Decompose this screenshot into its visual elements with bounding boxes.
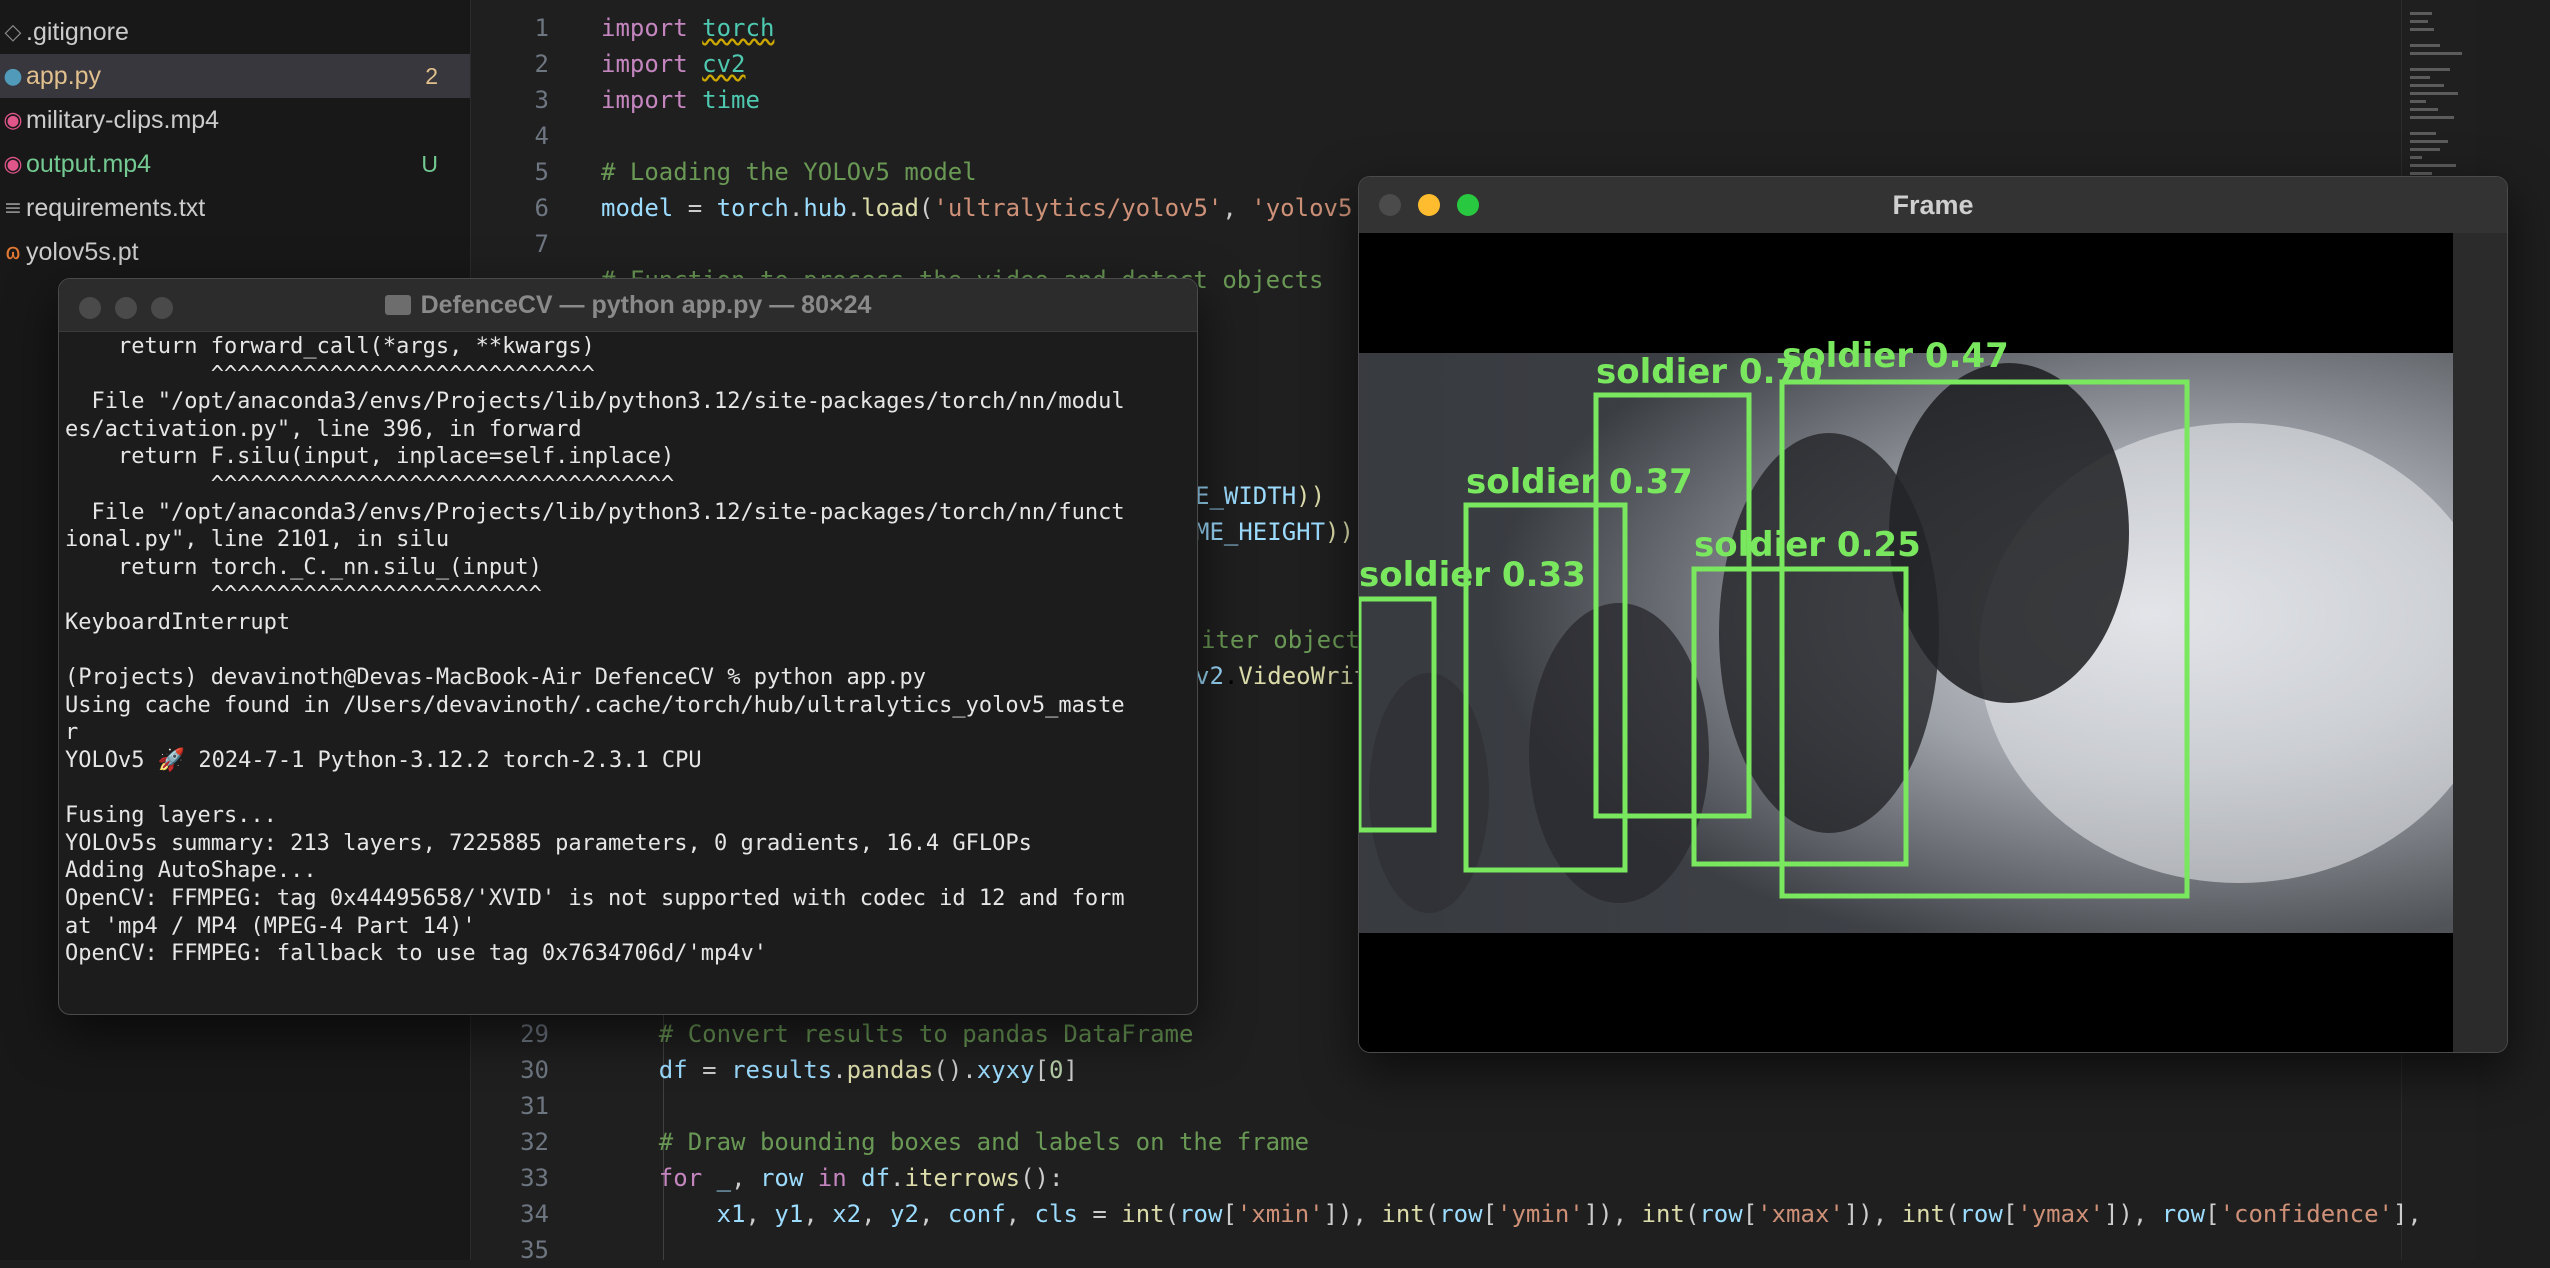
detection-label: soldier 0.47 [1782, 336, 2009, 376]
code-line[interactable]: 32 # Draw bounding boxes and labels on t… [471, 1124, 2476, 1160]
line-number: 32 [520, 1128, 549, 1156]
git-status-badge: 2 [425, 62, 438, 89]
line-text: import cv2 [601, 50, 746, 78]
text-file-icon: ≡ [3, 195, 23, 221]
code-line[interactable]: 31 [471, 1088, 2476, 1124]
code-line[interactable]: 35 [471, 1232, 2476, 1268]
line-text: # Draw bounding boxes and labels on the … [658, 1128, 1310, 1156]
line-text: x1, y1, x2, y2, conf, cls = int(row['xmi… [716, 1200, 2422, 1228]
line-number: 1 [534, 14, 549, 42]
git-status-badge: U [421, 150, 438, 177]
line-number: 5 [534, 158, 549, 186]
terminal-line: YOLOv5 🚀 2024-7-1 Python-3.12.2 torch-2.… [65, 748, 702, 773]
terminal-line: at 'mp4 / MP4 (MPEG-4 Part 14)' [65, 913, 476, 939]
line-text: for _, row in df.iterrows(): [658, 1164, 1064, 1192]
line-text: df = results.pandas().xyxy[0] [658, 1056, 1078, 1084]
file-name: requirements.txt [26, 193, 206, 222]
terminal-output[interactable]: return forward_call(*args, **kwargs) ^^^… [65, 333, 1193, 1008]
line-text: model = torch.hub.load('ultralytics/yolo… [601, 194, 1353, 222]
video-frame-image: soldier 0.70soldier 0.47soldier 0.37sold… [1359, 233, 2453, 1052]
terminal-line: es/activation.py", line 396, in forward [65, 416, 582, 442]
line-number: 6 [534, 194, 549, 222]
file-name: yolov5s.pt [26, 237, 139, 266]
python-file-icon: ● [3, 63, 23, 89]
terminal-line: ional.py", line 2101, in silu [65, 527, 450, 553]
line-number: 2 [534, 50, 549, 78]
terminal-line: r [65, 720, 79, 746]
frame-window[interactable]: Frame soldier 0.70 soldier 0.47 soldier … [1358, 176, 2508, 1053]
video-file-icon: ◉ [3, 107, 23, 133]
code-line[interactable]: 3 import time [471, 82, 2476, 118]
terminal-titlebar[interactable]: DefenceCV — python app.py — 80×24 [59, 279, 1197, 332]
terminal-line: YOLOv5s summary: 213 layers, 7225885 par… [65, 830, 1032, 856]
terminal-line: ^^^^^^^^^^^^^^^^^^^^^^^^^^^^^^^^^^^ [65, 472, 675, 497]
terminal-line: ^^^^^^^^^^^^^^^^^^^^^^^^^ [65, 582, 542, 608]
line-number: 29 [520, 1020, 549, 1048]
code-line[interactable]: 33 for _, row in df.iterrows(): [471, 1160, 2476, 1196]
file-item-yolov5s-pt[interactable]: ɷ yolov5s.pt [0, 230, 470, 274]
terminal-line: return torch._C._nn.silu_(input) [65, 554, 542, 580]
line-number: 4 [534, 122, 549, 150]
code-line[interactable]: 1 import torch [471, 10, 2476, 46]
line-text: import torch [601, 14, 775, 42]
line-number: 30 [520, 1056, 549, 1084]
frame-titlebar[interactable]: Frame [1359, 177, 2507, 234]
line-number: 33 [520, 1164, 549, 1192]
file-item-gitignore[interactable]: ◇ .gitignore [0, 10, 470, 54]
terminal-line: Using cache found in /Users/devavinoth/.… [65, 692, 1125, 718]
folder-icon [384, 295, 411, 315]
file-item-military-clips-mp4[interactable]: ◉ military-clips.mp4 [0, 98, 470, 142]
line-number: 35 [520, 1236, 549, 1264]
terminal-line: File "/opt/anaconda3/envs/Projects/lib/p… [65, 499, 1125, 525]
line-number: 7 [534, 230, 549, 258]
detection-label: soldier 0.25 [1694, 525, 1921, 565]
file-name: .gitignore [26, 17, 129, 46]
terminal-line: KeyboardInterrupt [65, 610, 291, 635]
code-line[interactable]: 2 import cv2 [471, 46, 2476, 82]
detection-label: soldier 0.33 [1359, 555, 1586, 595]
model-file-icon: ɷ [4, 239, 22, 265]
terminal-line: ^^^^^^^^^^^^^^^^^^^^^^^^^^^^^ [65, 361, 595, 387]
line-number: 34 [520, 1200, 549, 1228]
line-text: # Convert results to pandas DataFrame [658, 1020, 1194, 1048]
terminal-title: DefenceCV — python app.py — 80×24 [59, 279, 1197, 331]
terminal-line: return F.silu(input, inplace=self.inplac… [65, 444, 675, 470]
terminal-line: Adding AutoShape... [65, 858, 317, 884]
code-line[interactable]: 4 [471, 118, 2476, 154]
terminal-line: File "/opt/anaconda3/envs/Projects/lib/p… [65, 389, 1125, 415]
gitignore-icon: ◇ [4, 19, 22, 45]
file-item-requirements-txt[interactable]: ≡ requirements.txt [0, 186, 470, 230]
terminal-window[interactable]: DefenceCV — python app.py — 80×24 return… [58, 278, 1198, 1015]
terminal-line: Fusing layers... [65, 803, 277, 829]
frame-side-strip [2453, 233, 2507, 1052]
terminal-title-text: DefenceCV — python app.py — 80×24 [420, 291, 872, 319]
file-name: military-clips.mp4 [26, 105, 220, 134]
code-line[interactable]: 34 x1, y1, x2, y2, conf, cls = int(row['… [471, 1196, 2476, 1232]
file-name: output.mp4 [26, 149, 152, 178]
video-frame: soldier 0.70 soldier 0.47 soldier 0.37 sold… [1359, 233, 2453, 1052]
terminal-line: return forward_call(*args, **kwargs) [65, 334, 595, 359]
line-text: import time [601, 86, 760, 114]
line-number: 3 [534, 86, 549, 114]
file-item-output-mp4[interactable]: ◉ output.mp4 U [0, 142, 470, 186]
terminal-line: OpenCV: FFMPEG: fallback to use tag 0x76… [65, 941, 767, 967]
file-name: app.py [26, 61, 102, 90]
detection-label: soldier 0.37 [1466, 462, 1693, 502]
terminal-line: (Projects) devavinoth@Devas-MacBook-Air … [65, 665, 926, 691]
video-file-icon: ◉ [3, 151, 23, 177]
line-text: # Loading the YOLOv5 model [601, 158, 977, 186]
frame-title: Frame [1892, 190, 1974, 220]
file-item-app-py[interactable]: ● app.py 2 [0, 54, 470, 98]
terminal-line: OpenCV: FFMPEG: tag 0x44495658/'XVID' is… [65, 886, 1125, 911]
code-line[interactable]: 30 df = results.pandas().xyxy[0] [471, 1052, 2476, 1088]
line-number: 31 [520, 1092, 549, 1120]
